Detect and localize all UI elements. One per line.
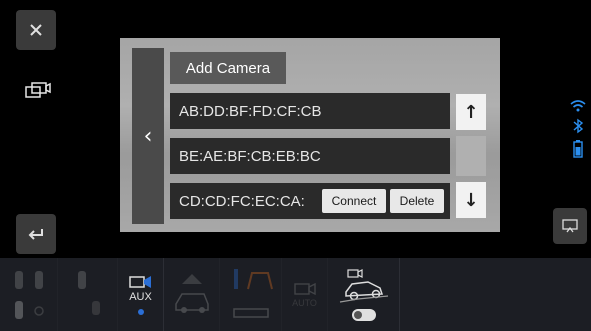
connect-button[interactable]: Connect [322, 189, 386, 213]
camera-mac: BE:AE:BF:CB:EB:BC [179, 147, 321, 165]
screen-mirror-icon [562, 219, 578, 233]
offroad-camera-toggle[interactable] [328, 258, 400, 331]
aux-label: AUX [129, 291, 152, 303]
aux-camera-button[interactable]: AUX [118, 258, 164, 331]
close-button[interactable] [16, 10, 56, 50]
auto-camera-icon [293, 282, 316, 295]
offroad-car-icon [339, 269, 388, 303]
bottom-control-bar: AUX AUTO [0, 258, 591, 331]
selected-indicator [137, 309, 144, 315]
arrow-up-icon: ↑ [463, 101, 479, 123]
auto-mode-button[interactable]: AUTO [282, 258, 328, 331]
camera-switch-icon [25, 82, 51, 98]
scrollbar-track[interactable] [456, 136, 486, 176]
close-icon [30, 24, 42, 36]
wifi-icon [570, 100, 586, 112]
camera-list-dialog: ‹ Add Camera AB:DD:BF:FD:CF:CB BE:AE:BF:… [132, 48, 488, 224]
seat-mode-button[interactable] [0, 258, 58, 331]
camera-mac: CD:CD:FC:EC:CA: [179, 192, 305, 210]
camera-list-item[interactable]: BE:AE:BF:CB:EB:BC [170, 138, 450, 174]
camera-list-item[interactable]: CD:CD:FC:EC:CA: Connect Delete [170, 183, 450, 219]
aux-camera-icon [128, 276, 151, 288]
car-icon [174, 273, 209, 313]
add-camera-button[interactable]: Add Camera [170, 52, 286, 84]
parking-guide-icon [232, 268, 273, 318]
scroll-down-button[interactable]: ↓ [456, 182, 486, 218]
back-button[interactable] [16, 214, 56, 254]
scroll-up-button[interactable]: ↑ [456, 94, 486, 130]
auto-label: AUTO [292, 297, 317, 308]
camera-mac: AB:DD:BF:FD:CF:CB [179, 102, 322, 120]
screen-mirror-button[interactable] [553, 208, 587, 244]
camera-list-item[interactable]: AB:DD:BF:FD:CF:CB [170, 93, 450, 129]
offroad-toggle-switch[interactable] [351, 309, 376, 321]
bluetooth-icon [573, 118, 584, 134]
status-indicators [569, 100, 587, 158]
battery-icon [573, 140, 583, 158]
rear-seat-icon [77, 270, 100, 315]
chevron-left-icon: ‹ [143, 123, 153, 149]
dialog-back-button[interactable]: ‹ [132, 48, 164, 224]
camera-screen: ‹ Add Camera AB:DD:BF:FD:CF:CB BE:AE:BF:… [0, 0, 591, 331]
seat-icon [14, 270, 44, 319]
return-icon [28, 229, 43, 240]
arrow-down-icon: ↓ [463, 189, 479, 211]
camera-switch-button[interactable] [18, 70, 58, 110]
add-camera-label: Add Camera [185, 59, 271, 77]
parking-guide-button[interactable] [220, 258, 282, 331]
car-view-button[interactable] [164, 258, 220, 331]
rear-seat-button[interactable] [58, 258, 118, 331]
delete-button[interactable]: Delete [390, 189, 444, 213]
